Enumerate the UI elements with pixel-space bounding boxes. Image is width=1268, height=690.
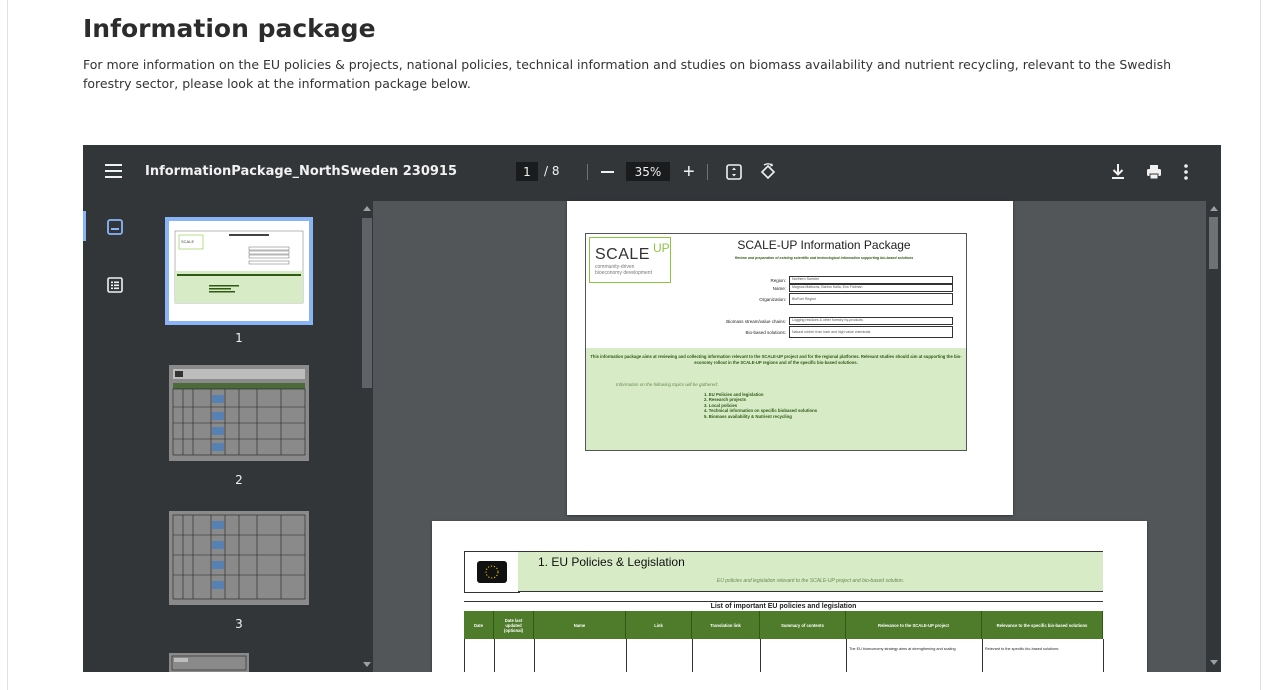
pdf-toolbar: InformationPackage_NorthSweden 230915 / … bbox=[83, 145, 1221, 201]
scroll-up-arrow[interactable] bbox=[1210, 206, 1218, 211]
toolbar-divider bbox=[707, 164, 708, 180]
table-cell bbox=[495, 639, 535, 672]
left-frame-border bbox=[7, 0, 8, 690]
table-column-header: Name bbox=[534, 611, 626, 639]
field-value: Northern Sweden bbox=[789, 276, 953, 284]
right-frame-border bbox=[1260, 0, 1261, 690]
field-label: Organization: bbox=[759, 297, 786, 302]
aims-text: This information package aims at reviewi… bbox=[590, 354, 962, 365]
document-page: SCALE UP community-driven bioeconomy dev… bbox=[567, 201, 1013, 515]
print-icon[interactable] bbox=[1145, 163, 1163, 181]
thumbnail-page-number: 3 bbox=[235, 617, 243, 631]
scale-up-logo: SCALE UP community-driven bioeconomy dev… bbox=[589, 237, 671, 283]
policies-sheet: 1. EU Policies & Legislation EU policies… bbox=[464, 551, 1104, 672]
zoom-input[interactable] bbox=[626, 162, 670, 181]
page-thumbnail[interactable]: 3 bbox=[165, 511, 309, 631]
minus-icon[interactable] bbox=[601, 171, 614, 173]
table-cell: Relevant to the specific bio-based solut… bbox=[983, 639, 1104, 672]
scroll-down-arrow[interactable] bbox=[363, 662, 371, 667]
page-total: / 8 bbox=[544, 164, 560, 178]
file-title: InformationPackage_NorthSweden 230915 bbox=[145, 164, 458, 179]
eu-flag-cell bbox=[464, 551, 520, 593]
thumbnail-image bbox=[169, 511, 309, 605]
section-title-band: 1. EU Policies & Legislation bbox=[518, 551, 1103, 574]
thumbnail-page-number: 1 bbox=[235, 331, 243, 345]
document-scrollbar-thumb[interactable] bbox=[1209, 217, 1218, 269]
info-package-sheet: SCALE UP community-driven bioeconomy dev… bbox=[585, 233, 967, 451]
sheet-title: SCALE-UP Information Package bbox=[737, 238, 911, 252]
intro-text: For more information on the EU policies … bbox=[83, 57, 1172, 91]
table-column-header: Link bbox=[626, 611, 692, 639]
thumbnails-icon[interactable] bbox=[103, 215, 127, 239]
page-number-input[interactable] bbox=[516, 162, 538, 181]
thumbnail-image bbox=[169, 365, 309, 461]
field-value: Logging residues & other forestry by-pro… bbox=[789, 317, 953, 325]
table-column-header: Relevance to the specific bio-based solu… bbox=[982, 611, 1103, 639]
toolbar-divider bbox=[587, 164, 588, 180]
topic-item: 5. Biomass availability & Nutrient recyc… bbox=[704, 413, 792, 419]
pdf-viewer[interactable]: InformationPackage_NorthSweden 230915 / … bbox=[83, 145, 1221, 672]
menu-icon[interactable] bbox=[105, 164, 122, 179]
page-thumbnail[interactable]: SCALE 1 bbox=[165, 217, 313, 345]
table-row: The EU bioeconomy strategy aims at stren… bbox=[464, 639, 1104, 672]
table-cell bbox=[693, 639, 761, 672]
table-header-row: Date Date last updated (optional) Name Link… bbox=[464, 611, 1103, 639]
page-thumbnail[interactable]: 2 bbox=[165, 365, 309, 487]
section-subtitle-band: EU policies and legislation relevant to … bbox=[518, 573, 1103, 592]
thumbnail-image: SCALE bbox=[165, 217, 313, 325]
sidebar-scrollbar-thumb[interactable] bbox=[362, 218, 372, 388]
outline-icon[interactable] bbox=[103, 273, 127, 297]
table-column-header: Date bbox=[464, 611, 494, 639]
eu-flag-icon bbox=[477, 561, 507, 583]
table-cell: The EU bioeconomy strategy aims at stren… bbox=[847, 639, 983, 672]
scroll-down-arrow[interactable] bbox=[1210, 660, 1218, 665]
table-cell bbox=[761, 639, 847, 672]
table-column-header: Relevance to the SCALE-UP project bbox=[846, 611, 982, 639]
table-column-header: Date last updated (optional) bbox=[494, 611, 534, 639]
fit-page-icon[interactable] bbox=[725, 163, 743, 181]
more-vert-icon[interactable] bbox=[1183, 163, 1189, 181]
section-title: 1. EU Policies & Legislation bbox=[538, 555, 685, 569]
field-label: Bio-based solutions: bbox=[745, 330, 786, 335]
field-label: Biomass stream/value chains: bbox=[726, 319, 786, 324]
svg-text:SCALE: SCALE bbox=[181, 239, 194, 244]
scroll-up-arrow[interactable] bbox=[363, 206, 371, 211]
thumbnail-image bbox=[169, 653, 249, 672]
page-thumbnail[interactable] bbox=[165, 653, 249, 672]
plus-icon[interactable]: + bbox=[683, 162, 695, 182]
download-icon[interactable] bbox=[1110, 163, 1126, 181]
document-scrollbar[interactable] bbox=[1206, 201, 1221, 672]
thumbnail-sidebar: SCALE 1 2 3 bbox=[83, 201, 373, 672]
section-subtitle: EU policies and legislation relevant to … bbox=[716, 578, 905, 584]
field-label: Name: bbox=[772, 286, 786, 291]
table-cell bbox=[465, 639, 495, 672]
field-label: Region: bbox=[770, 278, 786, 283]
document-page: 1. EU Policies & Legislation EU policies… bbox=[432, 521, 1147, 672]
topic-item: 4. Technical information on specific bio… bbox=[704, 408, 818, 414]
table-cell bbox=[627, 639, 693, 672]
aims-section: This information package aims at reviewi… bbox=[586, 348, 966, 450]
page-heading: Information package bbox=[83, 14, 376, 43]
field-value: BioFuel Region bbox=[789, 293, 953, 305]
table-column-header: Summary of contents bbox=[760, 611, 846, 639]
topics-list: 1. EU Policies and legislation 2. Resear… bbox=[704, 392, 817, 419]
sheet-subtitle: Review and preparation of existing scien… bbox=[734, 256, 914, 260]
table-cell bbox=[535, 639, 627, 672]
active-tab-indicator bbox=[83, 211, 86, 241]
thumbnail-page-number: 2 bbox=[235, 473, 243, 487]
field-value: Natural rubber from bark and high value … bbox=[789, 326, 953, 338]
rotate-icon[interactable] bbox=[758, 162, 778, 182]
topics-intro: Information on the following topics will… bbox=[616, 382, 719, 387]
field-value: Magnus Matisons, Barbro Kalla, Eva Fridm… bbox=[789, 284, 953, 292]
table-column-header: Translation link bbox=[692, 611, 760, 639]
